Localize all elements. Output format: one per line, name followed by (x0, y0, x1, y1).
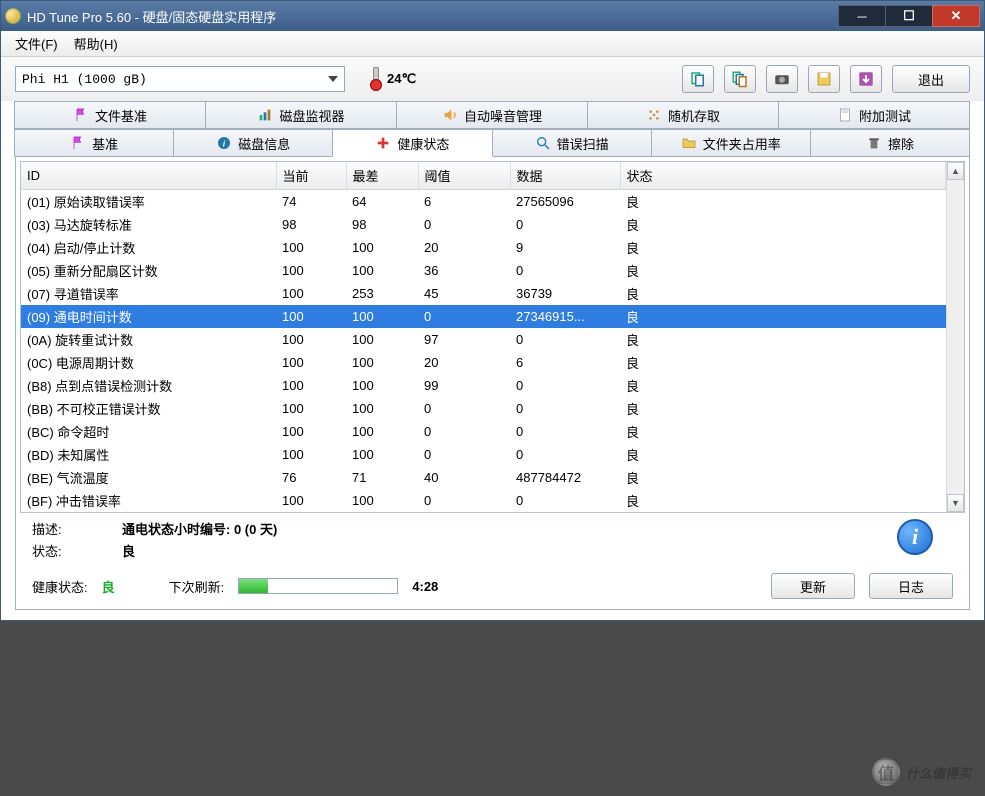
log-button[interactable]: 日志 (869, 573, 953, 599)
close-button[interactable]: ✕ (932, 5, 980, 27)
chevron-down-icon (328, 76, 338, 82)
tab-label: 文件基准 (95, 106, 147, 125)
smart-table: ID 当前 最差 阈值 数据 状态 (01) 原始读取错误率7464627565… (20, 161, 965, 513)
maximize-button[interactable]: ☐ (885, 5, 933, 27)
content-panel: ID 当前 最差 阈值 数据 状态 (01) 原始读取错误率7464627565… (15, 157, 970, 610)
tab-info[interactable]: i 磁盘信息 (173, 129, 333, 157)
col-status[interactable]: 状态 (620, 162, 946, 190)
health-label: 健康状态: (32, 577, 88, 596)
flag-icon (73, 107, 89, 123)
tab-search[interactable]: 错误扫描 (492, 129, 652, 157)
info-icon[interactable]: i (897, 519, 933, 555)
table-row[interactable]: (B8) 点到点错误检测计数100100990良 (21, 374, 946, 397)
tab-erase[interactable]: 擦除 (810, 129, 970, 157)
table-row[interactable]: (BC) 命令超时10010000良 (21, 420, 946, 443)
thermometer-icon (369, 67, 381, 91)
titlebar[interactable]: HD Tune Pro 5.60 - 硬盘/固态硬盘实用程序 ─ ☐ ✕ (1, 1, 984, 31)
refresh-time: 4:28 (412, 579, 438, 594)
flag-icon (70, 135, 86, 151)
table-row[interactable]: (BF) 冲击错误率10010000良 (21, 489, 946, 512)
tab-label: 随机存取 (668, 106, 720, 125)
temperature-value: 24℃ (387, 71, 416, 87)
details-panel: 描述: 状态: 通电状态小时编号: 0 (0 天) 良 i (20, 513, 965, 567)
tabs-area: 文件基准 磁盘监视器 自动噪音管理 随机存取 附加测试 基准 i 磁盘信息 健康状态 错误扫描 文… (1, 101, 984, 157)
main-window: HD Tune Pro 5.60 - 硬盘/固态硬盘实用程序 ─ ☐ ✕ 文件(… (0, 0, 985, 621)
screenshot-button[interactable] (766, 65, 798, 93)
erase-icon (866, 135, 882, 151)
app-icon (5, 8, 21, 24)
chart-icon (257, 107, 273, 123)
table-row[interactable]: (09) 通电时间计数100100027346915...良 (21, 305, 946, 328)
menu-file[interactable]: 文件(F) (7, 32, 66, 55)
tab-label: 磁盘信息 (238, 134, 290, 153)
menubar: 文件(F) 帮助(H) (1, 31, 984, 57)
tab-label: 文件夹占用率 (703, 134, 781, 153)
update-button[interactable]: 更新 (771, 573, 855, 599)
exit-button[interactable]: 退出 (892, 65, 970, 93)
desc-value: 通电状态小时编号: 0 (0 天) (122, 519, 897, 541)
col-threshold[interactable]: 阈值 (418, 162, 510, 190)
tab-speaker[interactable]: 自动噪音管理 (396, 101, 588, 129)
status-label: 状态: (32, 541, 122, 563)
refresh-progress (238, 578, 398, 594)
save-button[interactable] (808, 65, 840, 93)
col-current[interactable]: 当前 (276, 162, 346, 190)
table-row[interactable]: (01) 原始读取错误率7464627565096良 (21, 190, 946, 214)
tab-label: 错误扫描 (557, 134, 609, 153)
speaker-icon (442, 107, 458, 123)
table-row[interactable]: (07) 寻道错误率1002534536739良 (21, 282, 946, 305)
watermark: 值 什么值得买 (872, 758, 971, 786)
copy-button[interactable] (682, 65, 714, 93)
refresh-label: 下次刷新: (169, 577, 225, 596)
table-row[interactable]: (04) 启动/停止计数100100209良 (21, 236, 946, 259)
col-id[interactable]: ID (21, 162, 276, 190)
col-worst[interactable]: 最差 (346, 162, 418, 190)
search-icon (535, 135, 551, 151)
copy-all-button[interactable] (724, 65, 756, 93)
tab-label: 擦除 (888, 134, 914, 153)
watermark-icon: 值 (872, 758, 900, 786)
health-icon (375, 135, 391, 151)
tab-label: 附加测试 (859, 106, 911, 125)
table-row[interactable]: (BD) 未知属性10010000良 (21, 443, 946, 466)
tab-calc[interactable]: 附加测试 (778, 101, 970, 129)
tab-flag[interactable]: 文件基准 (14, 101, 206, 129)
menu-help[interactable]: 帮助(H) (66, 32, 126, 55)
folder-icon (681, 135, 697, 151)
temperature-display: 24℃ (369, 67, 416, 91)
tab-flag[interactable]: 基准 (14, 129, 174, 157)
tab-label: 基准 (92, 134, 118, 153)
status-row: 健康状态: 良 下次刷新: 4:28 更新 日志 (20, 567, 965, 605)
scrollbar[interactable]: ▲ ▼ (946, 162, 964, 512)
tab-dots[interactable]: 随机存取 (587, 101, 779, 129)
dots-icon (646, 107, 662, 123)
toolbar: Phi H1 (1000 gB) 24℃ 退出 (1, 57, 984, 101)
tab-chart[interactable]: 磁盘监视器 (205, 101, 397, 129)
drive-select[interactable]: Phi H1 (1000 gB) (15, 66, 345, 92)
health-value: 良 (102, 577, 115, 596)
table-row[interactable]: (03) 马达旋转标准989800良 (21, 213, 946, 236)
table-row[interactable]: (05) 重新分配扇区计数100100360良 (21, 259, 946, 282)
col-data[interactable]: 数据 (510, 162, 620, 190)
minimize-tray-button[interactable] (850, 65, 882, 93)
scroll-up-icon[interactable]: ▲ (947, 162, 964, 180)
window-title: HD Tune Pro 5.60 - 硬盘/固态硬盘实用程序 (27, 7, 839, 26)
tab-label: 磁盘监视器 (279, 106, 344, 125)
table-row[interactable]: (0A) 旋转重试计数100100970良 (21, 328, 946, 351)
tab-health[interactable]: 健康状态 (332, 129, 492, 157)
tab-label: 自动噪音管理 (464, 106, 542, 125)
desc-label: 描述: (32, 519, 122, 541)
drive-select-value: Phi H1 (1000 gB) (22, 72, 147, 87)
minimize-button[interactable]: ─ (838, 5, 886, 27)
table-row[interactable]: (0C) 电源周期计数100100206良 (21, 351, 946, 374)
scroll-down-icon[interactable]: ▼ (947, 494, 964, 512)
tab-label: 健康状态 (397, 134, 449, 153)
info-icon: i (216, 135, 232, 151)
calc-icon (837, 107, 853, 123)
status-value: 良 (122, 541, 897, 563)
table-row[interactable]: (BE) 气流温度767140487784472良 (21, 466, 946, 489)
table-row[interactable]: (BB) 不可校正错误计数10010000良 (21, 397, 946, 420)
tab-folder[interactable]: 文件夹占用率 (651, 129, 811, 157)
